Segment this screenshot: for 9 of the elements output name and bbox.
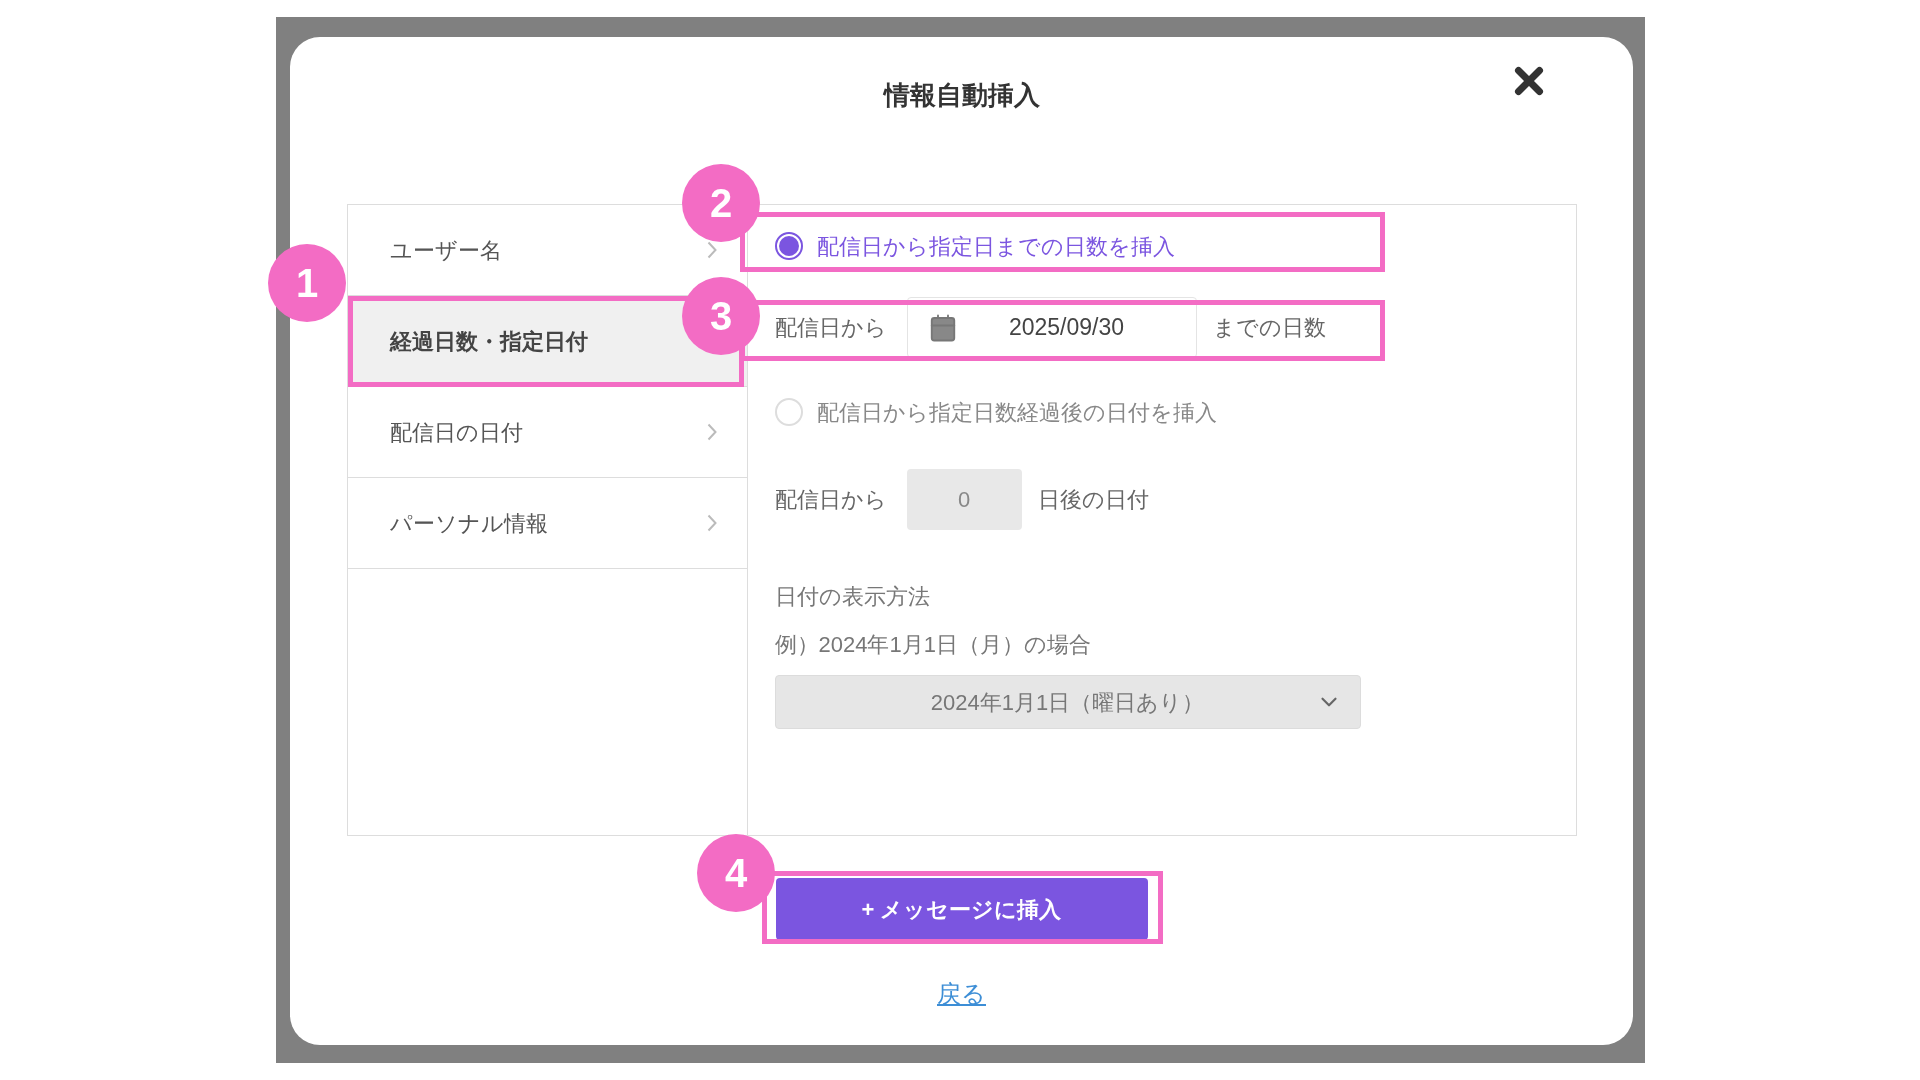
radio-label: 配信日から指定日数経過後の日付を挿入 bbox=[816, 398, 1217, 427]
field-prefix: 配信日から bbox=[774, 486, 888, 514]
dialog-title: 情報自動挿入 bbox=[883, 79, 1040, 112]
radio-label: 配信日から指定日までの日数を挿入 bbox=[816, 232, 1175, 261]
field-prefix: 配信日から bbox=[774, 314, 888, 342]
field-suffix: までの日数 bbox=[1212, 314, 1326, 342]
format-example: 例）2024年1月1日（月）の場合 bbox=[774, 631, 1092, 658]
format-label: 日付の表示方法 bbox=[774, 583, 931, 610]
field-suffix: 日後の日付 bbox=[1037, 486, 1149, 514]
